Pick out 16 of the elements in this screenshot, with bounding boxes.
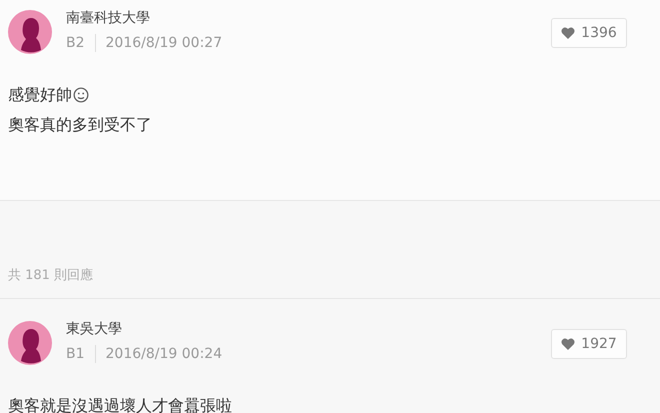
heart-icon bbox=[561, 27, 576, 39]
like-button[interactable]: 1396 bbox=[551, 18, 627, 48]
comment-text: 感覺好帥 bbox=[8, 84, 72, 106]
post-time: 2016/8/19 00:27 bbox=[106, 34, 222, 53]
post-time: 2016/8/19 00:24 bbox=[106, 345, 222, 364]
face-icon bbox=[73, 87, 89, 103]
like-button[interactable]: 1927 bbox=[551, 329, 627, 359]
school-name: 南臺科技大學 bbox=[66, 9, 150, 28]
comment-text: 奧客真的多到受不了 bbox=[8, 114, 152, 136]
floor-number: B1 bbox=[66, 345, 85, 364]
heart-icon bbox=[561, 338, 576, 350]
floor-number: B2 bbox=[66, 34, 85, 53]
reply-count: 共 181 則回應 bbox=[8, 268, 94, 283]
avatar bbox=[8, 10, 52, 54]
avatar bbox=[8, 321, 52, 365]
school-name: 東吳大學 bbox=[66, 320, 122, 339]
